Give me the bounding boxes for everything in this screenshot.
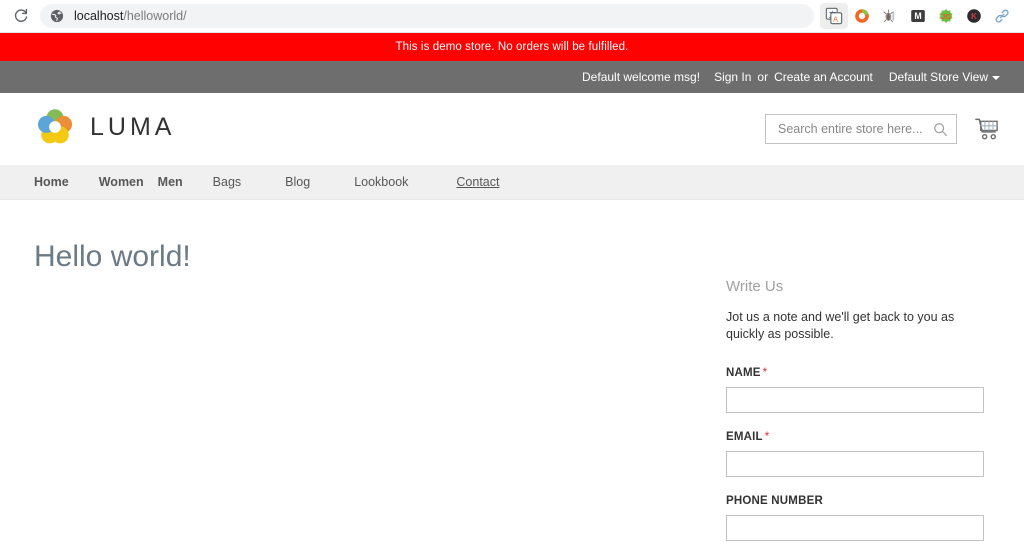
name-field[interactable] — [726, 387, 984, 413]
phone-label-text: PHONE NUMBER — [726, 495, 823, 507]
nav-item-bags[interactable]: Bags — [213, 175, 242, 189]
logo-link[interactable]: LUMA — [34, 106, 175, 148]
luma-ring-logo — [37, 109, 73, 144]
search-input[interactable] — [776, 121, 933, 137]
store-view-label: Default Store View — [888, 70, 988, 84]
nav-item-women[interactable]: Women — [99, 175, 144, 189]
url-path: /helloworld/ — [123, 9, 187, 23]
nav-item-men[interactable]: Men — [158, 175, 183, 189]
logo-text: LUMA — [90, 112, 176, 141]
or-separator: or — [757, 70, 769, 84]
address-bar[interactable]: localhost/helloworld/ — [40, 4, 814, 28]
store-view-switcher[interactable]: Default Store View — [889, 70, 1000, 84]
svg-text:JO: JO — [941, 12, 951, 21]
nav-item-contact[interactable]: Contact — [456, 175, 499, 189]
header-top-panel: Default welcome msg! Sign In or Create a… — [0, 61, 1024, 93]
nav-item-blog[interactable]: Blog — [285, 175, 310, 189]
field-phone: PHONE NUMBER — [726, 495, 984, 541]
sign-in-link[interactable]: Sign In — [714, 70, 751, 84]
required-asterisk: * — [762, 367, 768, 379]
form-legend: Write Us — [726, 278, 784, 295]
translate-icon[interactable]: 文 A — [820, 3, 848, 29]
url-host: localhost — [74, 9, 124, 23]
main-navigation: Home Women Men Bags Blog Lookbook Contac… — [0, 165, 1024, 200]
email-field[interactable] — [726, 451, 984, 477]
cart-icon[interactable] — [975, 117, 1000, 141]
globe-icon — [50, 9, 64, 23]
nav-item-home[interactable]: Home — [34, 175, 69, 189]
extension-link-icon[interactable] — [988, 3, 1016, 29]
required-asterisk: * — [764, 431, 770, 443]
svg-text:M: M — [914, 11, 921, 21]
store-header: LUMA — [0, 93, 1024, 165]
demo-store-banner: This is demo store. No orders will be fu… — [0, 33, 1024, 61]
extensions-bar: 文 A M — [820, 3, 1016, 29]
demo-store-banner-text: This is demo store. No orders will be fu… — [395, 41, 629, 53]
page-title: Hello world! — [34, 240, 191, 274]
search-box[interactable] — [765, 114, 957, 144]
nav-item-lookbook[interactable]: Lookbook — [354, 175, 408, 189]
browser-toolbar: localhost/helloworld/ 文 A — [0, 0, 1024, 33]
extension-jo-icon[interactable]: JO — [932, 3, 960, 29]
create-account-link[interactable]: Create an Account — [774, 70, 873, 84]
phone-label: PHONE NUMBER — [726, 495, 984, 507]
chevron-down-icon — [992, 76, 1000, 80]
reload-icon[interactable] — [8, 3, 34, 29]
search-icon[interactable] — [933, 122, 948, 137]
email-label-text: EMAIL — [726, 431, 763, 443]
email-label: EMAIL * — [726, 431, 984, 443]
phone-field[interactable] — [726, 515, 984, 541]
extension-m-icon[interactable]: M — [904, 3, 932, 29]
field-name: NAME * — [726, 367, 984, 413]
field-email: EMAIL * — [726, 431, 984, 477]
extension-bug-icon[interactable] — [876, 3, 904, 29]
name-label-text: NAME — [726, 367, 761, 379]
svg-text:K: K — [971, 12, 977, 21]
url-text: localhost/helloworld/ — [74, 9, 187, 23]
contact-form: Write Us Jot us a note and we'll get bac… — [726, 278, 984, 545]
name-label: NAME * — [726, 367, 984, 379]
welcome-message: Default welcome msg! — [582, 70, 701, 84]
svg-text:A: A — [833, 14, 838, 23]
form-note: Jot us a note and we'll get back to you … — [726, 310, 955, 341]
header-actions — [765, 114, 1000, 144]
extension-k-icon[interactable]: K — [960, 3, 988, 29]
page-content: Hello world! Write Us Jot us a note and … — [0, 200, 1024, 545]
extension-orange-icon[interactable] — [848, 3, 876, 29]
